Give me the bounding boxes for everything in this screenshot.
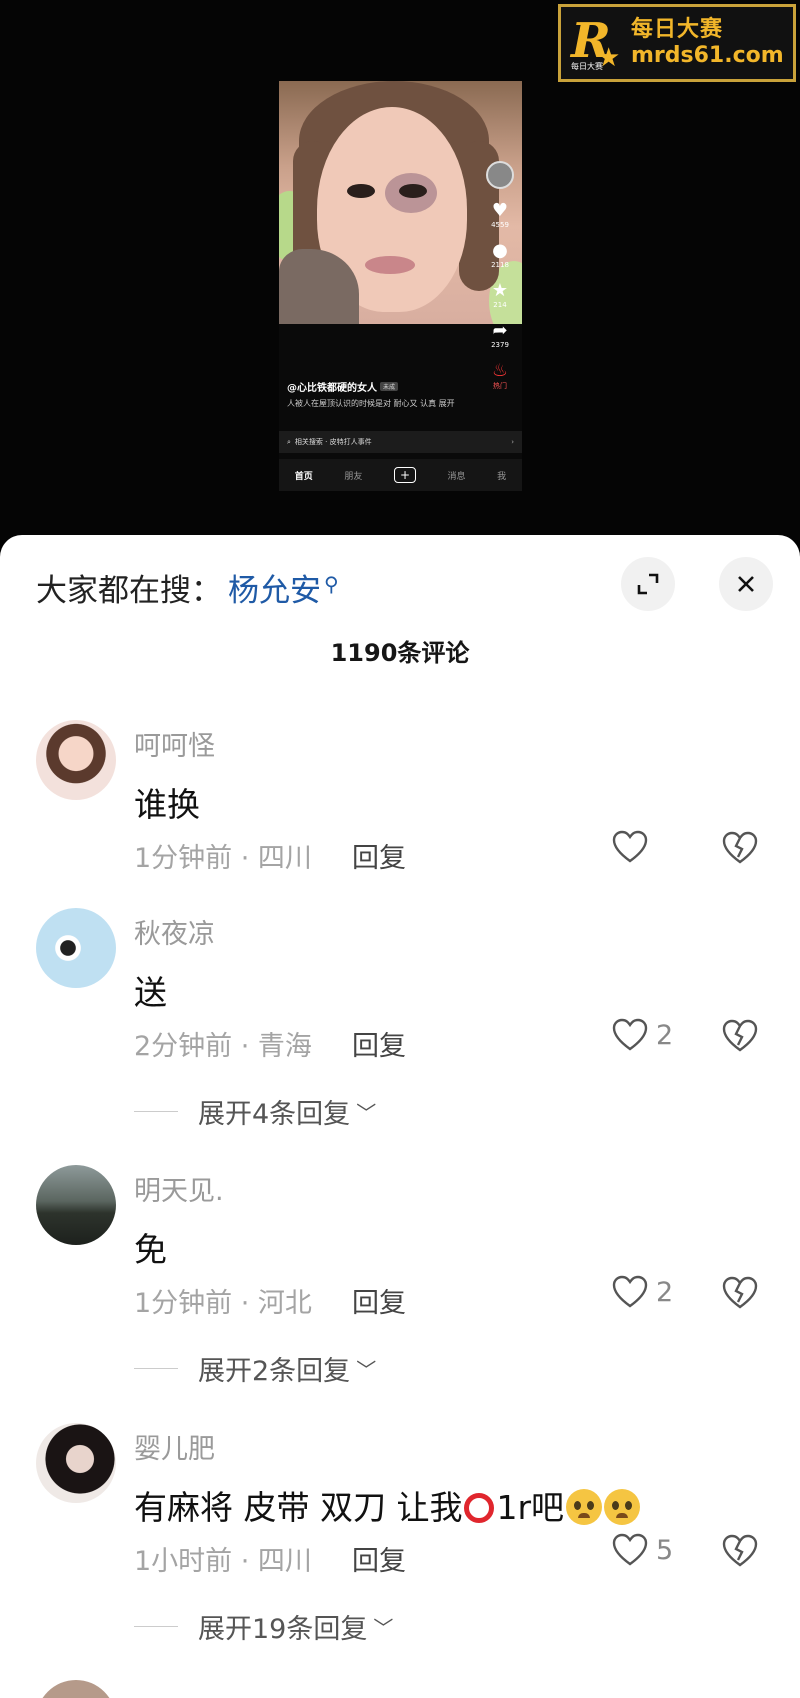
- comment-sheet: 大家都在搜： 杨允安 ⚲ 1190条评论 呵呵怪 谁换 1分钟前 · 四川 回复…: [0, 535, 800, 1698]
- chevron-down-icon: ﹀: [356, 1101, 377, 1125]
- video-side-actions: ♥ 4559 ● 2118 ★ 214 ➦ 2379 ♨ 热门: [485, 161, 515, 391]
- author-tag: 未成: [380, 382, 399, 391]
- comment-time-location: 1小时前 · 四川: [134, 1546, 312, 1577]
- share-action[interactable]: ➦ 2379: [491, 320, 509, 350]
- chevron-right-icon: ›: [511, 438, 514, 446]
- comment-time-location: 2分钟前 · 青海: [134, 1031, 312, 1062]
- comment-username[interactable]: 呵呵怪: [134, 724, 215, 763]
- search-icon: ⌕: [287, 437, 291, 446]
- watermark-logo: R ★ 每日大赛 每日大赛 mrds61.com: [558, 4, 796, 82]
- favorite-action[interactable]: ★ 214: [491, 280, 509, 310]
- avatar[interactable]: [36, 1680, 116, 1698]
- comment-time-location: 1分钟前 · 河北: [134, 1288, 312, 1319]
- nav-create-button[interactable]: +: [393, 467, 416, 483]
- video-caption: @心比铁都硬的女人 未成 人被人在屋顶认识的时候是对 耐心又 认真 展开: [287, 376, 472, 409]
- avatar[interactable]: [36, 908, 116, 988]
- embedded-phone-screenshot: ♥ 4559 ● 2118 ★ 214 ➦ 2379 ♨ 热门 @心比铁都硬的女人 未成 人…: [279, 81, 522, 491]
- trending-search-hint: 大家都在搜： 杨允安 ⚲: [36, 565, 339, 610]
- comment-count: 1190条评论: [330, 639, 470, 667]
- video-player-area[interactable]: R ★ 每日大赛 每日大赛 mrds61.com ♥ 4559 ● 2118 ★…: [0, 0, 800, 540]
- star-icon: ★: [491, 280, 509, 301]
- comment-username[interactable]: 秋夜凉: [134, 912, 215, 951]
- comment-text: 有麻将 皮带 双刀 让我 1r吧: [134, 1481, 641, 1529]
- comment-icon: ●: [492, 240, 508, 261]
- phone-bottom-nav: 首页 朋友 + 消息 我: [279, 459, 522, 491]
- trending-search-prefix: 大家都在搜：: [36, 573, 222, 609]
- like-button[interactable]: [612, 830, 656, 864]
- comment-text: 谁换: [134, 785, 200, 824]
- chevron-down-icon: ﹀: [373, 1616, 394, 1640]
- heart-icon: ♥: [491, 200, 509, 221]
- heart-icon: [612, 1275, 648, 1308]
- comment-action[interactable]: ● 2118: [491, 240, 509, 270]
- expand-replies-button[interactable]: 展开2条回复 ﹀: [134, 1349, 376, 1388]
- broken-heart-icon: [722, 1534, 758, 1567]
- watermark-url: mrds61.com: [631, 43, 784, 68]
- reply-button[interactable]: 回复: [352, 1539, 406, 1578]
- dislike-button[interactable]: [722, 1019, 758, 1057]
- search-icon: ⚲: [324, 572, 339, 596]
- like-count: 5: [656, 1534, 674, 1566]
- reply-button[interactable]: 回复: [352, 1281, 406, 1320]
- dislike-button[interactable]: [722, 831, 758, 869]
- watermark-brand: 每日大赛: [631, 17, 724, 42]
- heart-icon: [612, 1018, 648, 1051]
- like-action[interactable]: ♥ 4559: [491, 200, 509, 230]
- like-button[interactable]: 2: [612, 1275, 673, 1309]
- like-button[interactable]: 5: [612, 1533, 673, 1567]
- heart-icon: [612, 1533, 648, 1566]
- comment-text: 免: [134, 1230, 167, 1269]
- dislike-button[interactable]: [722, 1276, 758, 1314]
- pleading-face-emoji: [566, 1489, 603, 1525]
- expand-replies-button[interactable]: 展开4条回复 ﹀: [134, 1092, 376, 1131]
- hot-badge: ♨ 热门: [491, 360, 509, 391]
- avatar[interactable]: [36, 720, 116, 800]
- expand-replies-button[interactable]: 展开19条回复 ﹀: [134, 1607, 393, 1646]
- heart-icon: [612, 830, 648, 863]
- dislike-button[interactable]: [722, 1534, 758, 1572]
- like-count: 2: [656, 1276, 674, 1308]
- nav-home[interactable]: 首页: [295, 469, 313, 482]
- trending-search-keyword[interactable]: 杨允安: [228, 565, 321, 610]
- comment-username[interactable]: 婴儿肥: [134, 1427, 215, 1466]
- expand-button[interactable]: [621, 557, 675, 611]
- avatar[interactable]: [36, 1165, 116, 1245]
- close-button[interactable]: [719, 557, 773, 611]
- video-author[interactable]: @心比铁都硬的女人: [287, 383, 377, 394]
- expand-icon: [637, 573, 659, 595]
- comment-time-location: 1分钟前 · 四川: [134, 843, 312, 874]
- share-icon: ➦: [492, 320, 508, 341]
- close-icon: [738, 576, 754, 592]
- comment-text: 送: [134, 973, 167, 1012]
- nav-me[interactable]: 我: [497, 469, 506, 482]
- comment-username[interactable]: 明天见.: [134, 1169, 224, 1208]
- pleading-face-emoji: [604, 1489, 641, 1525]
- watermark-r-icon: R ★ 每日大赛: [571, 13, 621, 73]
- like-count: 2: [656, 1019, 674, 1051]
- nav-messages[interactable]: 消息: [448, 469, 466, 482]
- broken-heart-icon: [722, 1276, 758, 1309]
- video-description: 人被人在屋顶认识的时候是对 耐心又 认真 展开: [287, 399, 455, 408]
- avatar[interactable]: [36, 1423, 116, 1503]
- nav-friends[interactable]: 朋友: [344, 469, 362, 482]
- reply-button[interactable]: 回复: [352, 1024, 406, 1063]
- related-search-bar[interactable]: ⌕ 相关搜索 · 皮特打人事件 ›: [279, 431, 522, 453]
- broken-heart-icon: [722, 1019, 758, 1052]
- chevron-down-icon: ﹀: [356, 1358, 377, 1382]
- author-avatar[interactable]: [486, 161, 514, 189]
- reply-button[interactable]: 回复: [352, 836, 406, 875]
- broken-heart-icon: [722, 831, 758, 864]
- red-circle-emoji: [464, 1493, 495, 1523]
- like-button[interactable]: 2: [612, 1018, 673, 1052]
